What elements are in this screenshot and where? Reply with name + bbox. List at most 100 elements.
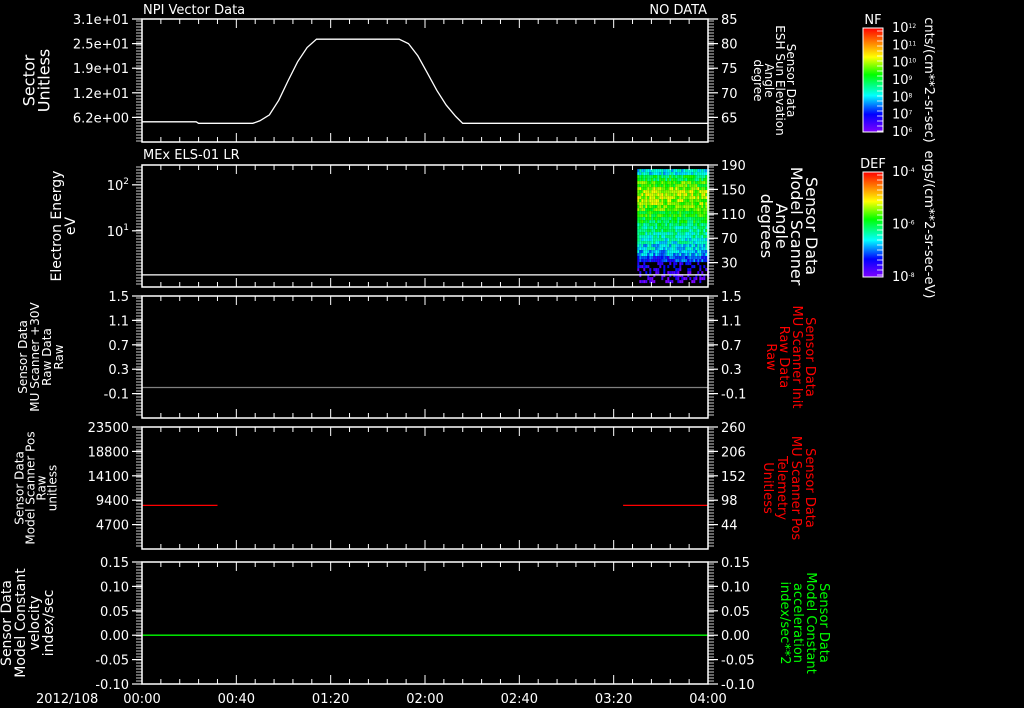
spectrogram-cell bbox=[643, 175, 646, 179]
spectrogram-cell bbox=[651, 253, 654, 257]
spectrogram-cell bbox=[637, 217, 640, 221]
tick-base: -0.10 bbox=[95, 678, 129, 693]
spectrogram-cell bbox=[693, 256, 696, 260]
spectrogram-cell bbox=[673, 247, 676, 251]
spectrogram-cell bbox=[677, 178, 680, 182]
spectrogram-cell bbox=[703, 256, 706, 260]
spectrogram-cell bbox=[703, 187, 706, 191]
spectrogram-cell bbox=[637, 214, 640, 218]
spectrogram-cell bbox=[699, 220, 702, 224]
spectrogram-cell bbox=[669, 220, 672, 224]
spectrogram-cell bbox=[651, 247, 654, 251]
spectrogram-cell bbox=[661, 184, 664, 188]
spectrogram-cell bbox=[667, 229, 670, 233]
spectrogram-cell bbox=[673, 172, 676, 176]
spectrogram-cell bbox=[675, 175, 678, 179]
spectrogram-cell bbox=[689, 220, 692, 224]
spectrogram-cell bbox=[691, 241, 694, 245]
spectrogram-cell bbox=[651, 193, 654, 197]
spectrogram-cell bbox=[667, 238, 670, 242]
spectrogram-cell bbox=[685, 259, 688, 263]
spectrogram-cell bbox=[653, 253, 656, 257]
spectrogram-cell bbox=[697, 220, 700, 224]
spectrogram-cell bbox=[669, 193, 672, 197]
spectrogram-cell bbox=[659, 208, 662, 212]
spectrogram-cell bbox=[639, 265, 642, 269]
tick-exponent: 9 bbox=[909, 75, 913, 82]
spectrogram-cell bbox=[663, 244, 666, 248]
tick-exponent: 10 bbox=[909, 58, 917, 65]
spectrogram-cell bbox=[693, 169, 696, 173]
spectrogram-cell bbox=[669, 223, 672, 227]
spectrogram-cell bbox=[645, 205, 648, 209]
spectrogram-cell bbox=[643, 181, 646, 185]
spectrogram-cell bbox=[653, 214, 656, 218]
tick-base: 10 bbox=[892, 73, 909, 88]
spectrogram-cell bbox=[701, 232, 704, 236]
spectrogram-cell bbox=[681, 244, 684, 248]
spectrogram-cell bbox=[679, 169, 682, 173]
spectrogram-cell bbox=[653, 205, 656, 209]
spectrogram-cell bbox=[675, 250, 678, 254]
spectrogram-cell bbox=[659, 229, 662, 233]
spectrogram-cell bbox=[675, 247, 678, 251]
spectrogram-cell bbox=[659, 250, 662, 254]
right-tick-label: 0.7 bbox=[721, 339, 742, 354]
spectrogram-cell bbox=[699, 223, 702, 227]
tick-base: 4700 bbox=[96, 519, 129, 534]
spectrogram-cell bbox=[675, 169, 678, 173]
spectrogram-cell bbox=[699, 214, 702, 218]
spectrogram-cell bbox=[663, 169, 666, 173]
spectrogram-cell bbox=[647, 259, 650, 263]
spectrogram-cell bbox=[687, 232, 690, 236]
spectrogram-cell bbox=[669, 271, 672, 275]
spectrogram-cell bbox=[663, 241, 666, 245]
spectrogram-cell bbox=[677, 172, 680, 176]
spectrogram-cell bbox=[695, 175, 698, 179]
spectrogram-cell bbox=[701, 226, 704, 230]
spectrogram-cell bbox=[677, 256, 680, 260]
right-tick-label: 260 bbox=[721, 421, 746, 436]
spectrogram-cell bbox=[691, 208, 694, 212]
spectrogram-cell bbox=[659, 241, 662, 245]
spectrogram-cell bbox=[677, 277, 680, 281]
spectrogram-cell bbox=[691, 202, 694, 206]
spectrogram-cell bbox=[651, 211, 654, 215]
spectrogram-cell bbox=[649, 214, 652, 218]
spectrogram-cell bbox=[691, 247, 694, 251]
spectrogram-cell bbox=[681, 184, 684, 188]
tick-exponent: 12 bbox=[909, 23, 917, 30]
spectrogram-cell bbox=[661, 193, 664, 197]
spectrogram-cell bbox=[653, 226, 656, 230]
spectrogram-cell bbox=[681, 277, 684, 281]
spectrogram-cell bbox=[677, 250, 680, 254]
spectrogram-cell bbox=[697, 217, 700, 221]
spectrogram-cell bbox=[653, 256, 656, 260]
spectrogram-cell bbox=[681, 223, 684, 227]
spectrogram-cell bbox=[655, 226, 658, 230]
left-tick-label: 23500 bbox=[88, 421, 129, 436]
spectrogram-cell bbox=[639, 223, 642, 227]
spectrogram-cell bbox=[665, 187, 668, 191]
spectrogram-cell bbox=[675, 205, 678, 209]
spectrogram-cell bbox=[669, 259, 672, 263]
spectrogram-cell bbox=[649, 172, 652, 176]
spectrogram-cell bbox=[687, 187, 690, 191]
spectrogram-cell bbox=[659, 235, 662, 239]
spectrogram-cell bbox=[703, 244, 706, 248]
spectrogram-cell bbox=[683, 250, 686, 254]
spectrogram-cell bbox=[675, 190, 678, 194]
spectrogram-cell bbox=[639, 235, 642, 239]
spectrogram-cell bbox=[689, 181, 692, 185]
right-tick-label: 65 bbox=[721, 111, 738, 126]
spectrogram-cell bbox=[645, 169, 648, 173]
spectrogram-cell bbox=[649, 196, 652, 200]
spectrogram-cell bbox=[655, 271, 658, 275]
spectrogram-cell bbox=[675, 229, 678, 233]
spectrogram-cell bbox=[693, 172, 696, 176]
spectrogram-cell bbox=[663, 196, 666, 200]
spectrogram-cell bbox=[665, 223, 668, 227]
left-tick-label: 1.5 bbox=[108, 290, 129, 305]
spectrogram-cell bbox=[677, 247, 680, 251]
spectrogram-cell bbox=[641, 175, 644, 179]
